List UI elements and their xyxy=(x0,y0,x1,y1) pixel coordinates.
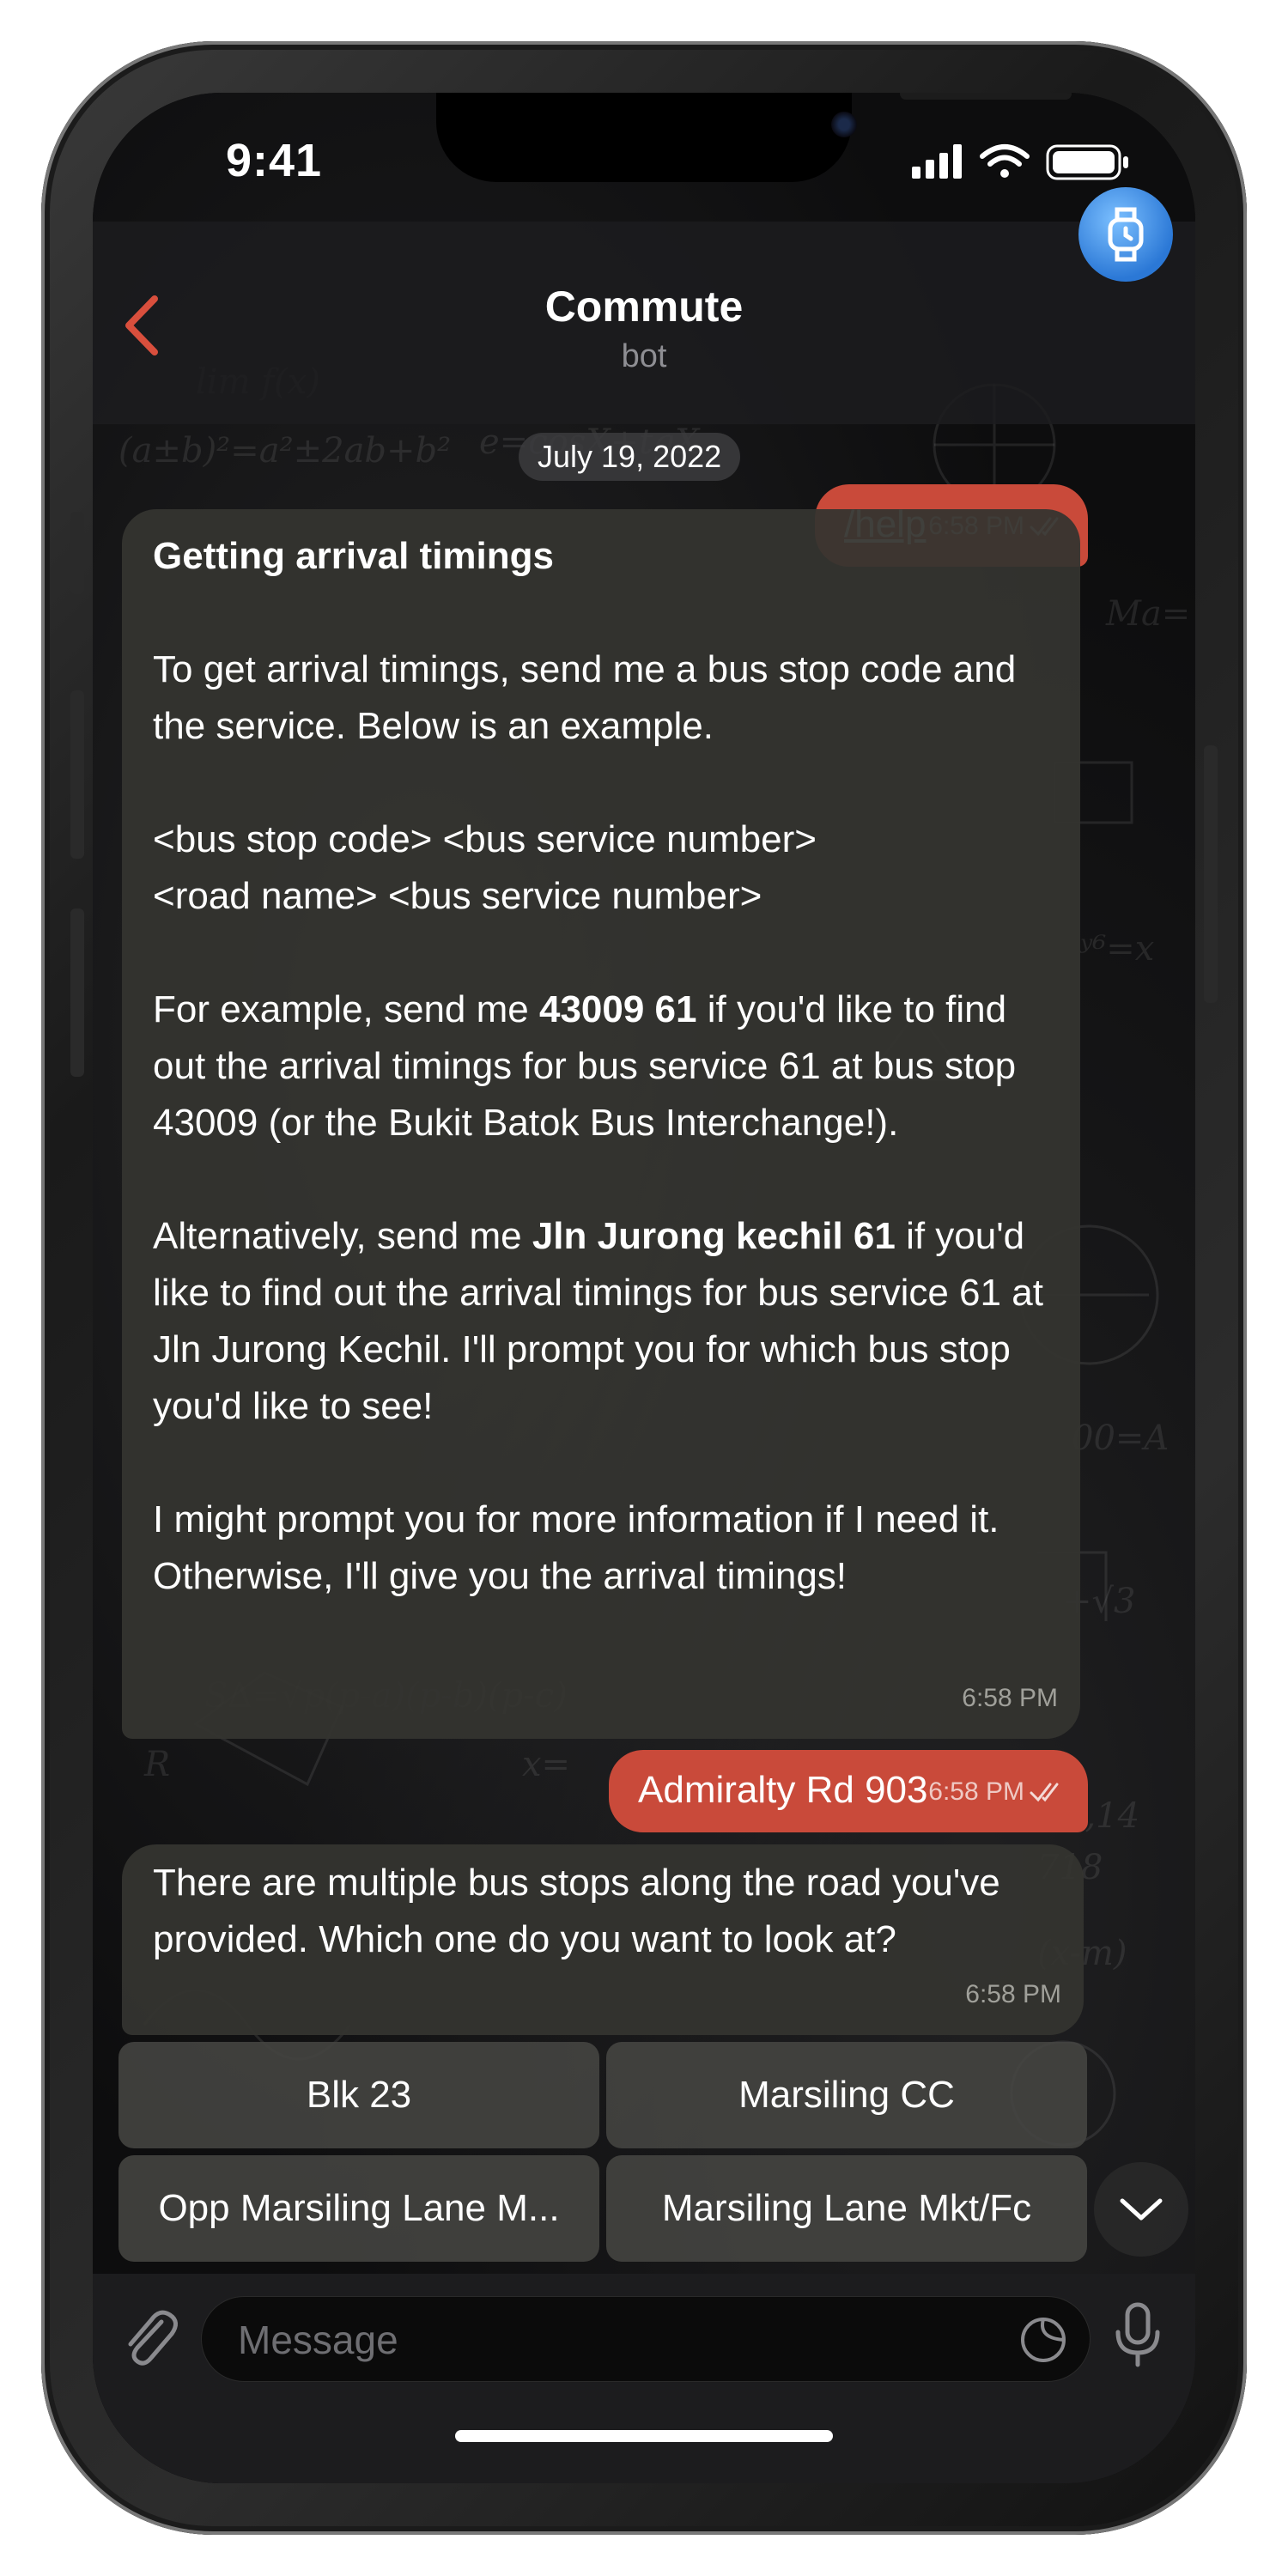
message-time: 6:58 PM xyxy=(965,1980,1061,2008)
attach-button[interactable] xyxy=(112,2301,189,2379)
message-time: 6:58 PM xyxy=(962,1684,1058,1712)
message-paragraph: For example, send me 43009 61 if you'd l… xyxy=(153,981,1063,1151)
wifi-icon xyxy=(980,144,1030,178)
speaker xyxy=(900,93,1072,100)
message-example-line: <road name> <bus service number> xyxy=(153,875,762,917)
outgoing-message[interactable]: Admiralty Rd 903 6:58 PM xyxy=(609,1750,1088,1832)
message-meta: 6:58 PM xyxy=(928,1764,1066,1820)
bus-stop-option-button[interactable]: Blk 23 xyxy=(118,2042,599,2148)
bus-stop-option-button[interactable]: Marsiling CC xyxy=(606,2042,1087,2148)
message-body: Getting arrival timings To get arrival t… xyxy=(153,528,1063,1605)
bold-example: Jln Jurong kechil 61 xyxy=(532,1215,896,1257)
volume-up-button xyxy=(70,690,84,859)
incoming-message[interactable]: There are multiple bus stops along the r… xyxy=(122,1844,1084,2035)
chat-header: Commute bot xyxy=(93,222,1195,424)
chat-title[interactable]: Commute xyxy=(93,282,1195,331)
svg-text:x=: x= xyxy=(522,1745,570,1784)
message-example-line: <bus stop code> <bus service number> xyxy=(153,818,817,860)
chat-subtitle: bot xyxy=(621,338,667,374)
bus-stop-option-button[interactable]: Marsiling Lane Mkt/Fc xyxy=(606,2155,1087,2262)
battery-icon xyxy=(1046,144,1128,180)
sticker-icon xyxy=(1021,2318,1066,2362)
status-icons xyxy=(912,144,1128,180)
watch-icon xyxy=(1108,207,1144,262)
svg-text:00=A: 00=A xyxy=(1072,1419,1169,1458)
text-run: Alternatively, send me xyxy=(153,1215,532,1257)
message-input[interactable] xyxy=(236,2297,978,2383)
bold-example: 43009 61 xyxy=(538,988,697,1030)
message-time: 6:58 PM xyxy=(928,1777,1024,1806)
message-input-box[interactable] xyxy=(201,2296,1091,2383)
mic-icon xyxy=(1115,2302,1160,2367)
mute-switch xyxy=(70,512,84,594)
svg-text:ʸ⁶=x: ʸ⁶=x xyxy=(1079,929,1154,969)
message-meta: 6:58 PM xyxy=(965,1966,1061,2023)
bus-stop-option-button[interactable]: Opp Marsiling Lane M... xyxy=(118,2155,599,2262)
notch xyxy=(436,93,1072,182)
screen: lim f(x) (a±b)²=a²±2ab+b² e=cosX+tgX S∆=… xyxy=(93,93,1195,2483)
message-heading: Getting arrival timings xyxy=(153,535,554,577)
volume-down-button xyxy=(70,908,84,1077)
attach-icon xyxy=(128,2310,178,2366)
home-indicator[interactable] xyxy=(455,2430,833,2442)
svg-text:(a±b)²=a²±2ab+b²: (a±b)²=a²±2ab+b² xyxy=(118,431,451,471)
front-camera xyxy=(831,112,857,137)
date-separator: July 19, 2022 xyxy=(519,433,741,481)
sticker-button[interactable] xyxy=(1018,2314,1069,2366)
status-bar: 9:41 xyxy=(93,93,1195,222)
message-composer xyxy=(93,2274,1195,2483)
status-time: 9:41 xyxy=(226,135,323,186)
power-button xyxy=(1204,745,1218,1003)
bot-avatar[interactable] xyxy=(1078,187,1173,282)
message-paragraph: Alternatively, send me Jln Jurong kechil… xyxy=(153,1208,1063,1435)
incoming-message[interactable]: Getting arrival timings To get arrival t… xyxy=(122,509,1080,1739)
double-check-icon xyxy=(1030,1783,1059,1802)
chevron-down-icon xyxy=(1120,2198,1163,2221)
message-paragraph: I might prompt you for more information … xyxy=(153,1498,999,1597)
message-text: There are multiple bus stops along the r… xyxy=(153,1862,1000,1960)
voice-message-button[interactable] xyxy=(1099,2296,1176,2373)
text-run: For example, send me xyxy=(153,988,539,1030)
message-meta: 6:58 PM xyxy=(962,1670,1058,1727)
svg-text:R: R xyxy=(143,1745,170,1784)
message-text: Admiralty Rd 903 xyxy=(638,1769,928,1811)
message-paragraph: To get arrival timings, send me a bus st… xyxy=(153,648,1017,747)
signal-icon xyxy=(912,144,962,179)
scroll-to-bottom-button[interactable] xyxy=(1094,2162,1188,2257)
svg-text:Ma=: Ma= xyxy=(1105,594,1190,634)
